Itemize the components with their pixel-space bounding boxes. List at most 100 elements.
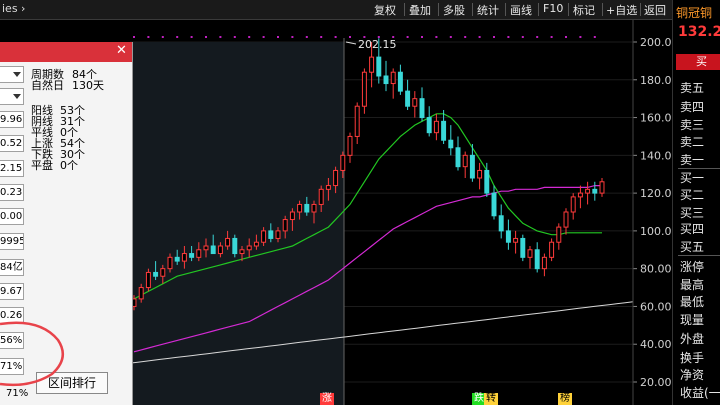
signal-dot xyxy=(464,36,467,38)
top-toolbar: ies › 复权 叠加 多股 统计 画线 F10 标记 +自选 返回 xyxy=(0,0,720,20)
signal-dot xyxy=(219,36,222,38)
signal-dot xyxy=(536,36,539,38)
signal-dot xyxy=(406,36,409,38)
candle-body xyxy=(412,98,418,107)
candle-body xyxy=(239,249,245,255)
candle-body xyxy=(203,245,209,251)
candle-down xyxy=(491,185,497,220)
fuquan-button[interactable]: 复权 xyxy=(374,2,396,18)
limit-up-marker[interactable]: 涨 xyxy=(320,393,334,405)
candle-down xyxy=(232,234,238,258)
candle-up xyxy=(477,162,483,190)
stat-field: 9.67 xyxy=(0,283,24,300)
signal-dot xyxy=(320,36,323,38)
y-tick-label: 100.0 xyxy=(640,225,672,238)
y-axis-ticks: 200.0 180.0 160.0 140.0 120.0 100.0 80.00 60.00… xyxy=(633,36,672,389)
candle-body xyxy=(311,203,317,213)
ask5-label: 卖五 xyxy=(680,81,705,95)
candle-body xyxy=(534,249,540,270)
stat-field: 9995 xyxy=(0,233,24,250)
candle-up xyxy=(556,223,562,250)
candle-body xyxy=(484,169,490,194)
toolbar-divider xyxy=(538,3,539,16)
candle-down xyxy=(419,87,425,122)
candle-down xyxy=(383,60,389,92)
natural-days-value: 130天 xyxy=(72,79,104,92)
period-dropdown[interactable] xyxy=(0,66,24,83)
candle-body xyxy=(405,90,411,107)
statistics-button[interactable]: 统计 xyxy=(477,2,499,18)
candle-up xyxy=(361,68,367,114)
bid1-label: 买一 xyxy=(680,171,705,185)
rank-marker[interactable]: 榜 xyxy=(558,393,572,405)
candle-body xyxy=(397,71,403,92)
y-tick-label: 140.0 xyxy=(640,149,672,162)
multi-stock-button[interactable]: 多股 xyxy=(443,2,465,18)
signal-dot xyxy=(190,36,193,38)
signal-dot xyxy=(248,36,251,38)
ask1-label: 卖一 xyxy=(680,153,705,167)
toolbar-divider xyxy=(568,3,569,16)
toolbar-divider xyxy=(472,3,473,16)
signal-dot xyxy=(305,36,308,38)
candle-body xyxy=(455,147,461,168)
candle-body xyxy=(477,169,483,179)
add-watchlist-button[interactable]: +自选 xyxy=(606,2,637,18)
dialog-titlebar[interactable] xyxy=(0,42,132,62)
candle-down xyxy=(426,106,432,137)
candle-body xyxy=(297,203,303,213)
candle-up xyxy=(585,181,591,205)
limit-up-label: 涨停 xyxy=(680,260,705,274)
candle-down xyxy=(505,219,511,250)
signal-dot xyxy=(133,36,135,38)
y-tick-label: 120.0 xyxy=(640,187,672,200)
candle-up xyxy=(513,230,519,254)
y-tick-label: 20.00 xyxy=(640,376,672,389)
candle-body xyxy=(585,188,591,194)
candle-up xyxy=(145,268,151,292)
convert-marker[interactable]: 转 xyxy=(484,393,498,405)
candle-body xyxy=(232,237,238,255)
candle-up xyxy=(570,193,576,220)
bid2-label: 买二 xyxy=(680,188,705,202)
candle-body xyxy=(138,287,144,300)
y-tick-label: 200.0 xyxy=(640,36,672,49)
candle-up xyxy=(462,151,468,178)
flat-count-value: 0个 xyxy=(60,159,78,172)
signal-dot xyxy=(262,36,265,38)
draw-line-button[interactable]: 画线 xyxy=(510,2,532,18)
overlay-button[interactable]: 叠加 xyxy=(409,2,431,18)
kline-chart[interactable]: 200.0 180.0 160.0 140.0 120.0 100.0 80.00 60.00… xyxy=(130,20,672,405)
signal-dot xyxy=(349,36,351,38)
candle-body xyxy=(153,271,159,277)
signal-dot xyxy=(579,36,582,38)
candle-body xyxy=(261,230,267,243)
candle-up xyxy=(541,253,547,277)
bid5-label: 买五 xyxy=(680,240,705,254)
signal-dot xyxy=(550,36,553,38)
f10-button[interactable]: F10 xyxy=(543,2,563,15)
candle-up xyxy=(599,178,605,197)
signal-dot xyxy=(435,36,438,38)
mark-button[interactable]: 标记 xyxy=(573,2,595,18)
candle-body xyxy=(577,192,583,198)
buy-button[interactable]: 买 xyxy=(676,54,720,70)
candle-body xyxy=(174,256,180,262)
chevron-down-icon xyxy=(13,72,21,77)
candle-body xyxy=(541,256,547,270)
close-icon[interactable]: ✕ xyxy=(116,43,127,58)
type-dropdown[interactable] xyxy=(0,88,24,105)
candle-body xyxy=(556,226,562,243)
candle-up xyxy=(412,91,418,118)
candle-down xyxy=(448,125,454,156)
candle-down xyxy=(405,79,411,110)
signal-dot xyxy=(565,36,567,38)
stock-price: 132.2 xyxy=(678,24,720,40)
breadcrumb[interactable]: ies › xyxy=(2,2,25,15)
back-button[interactable]: 返回 xyxy=(644,2,666,18)
candle-body xyxy=(333,169,339,187)
candle-body xyxy=(304,203,310,213)
orderbook-divider xyxy=(678,255,720,256)
candle-down xyxy=(498,204,504,239)
max-price-marker: 202.15 xyxy=(345,38,397,51)
